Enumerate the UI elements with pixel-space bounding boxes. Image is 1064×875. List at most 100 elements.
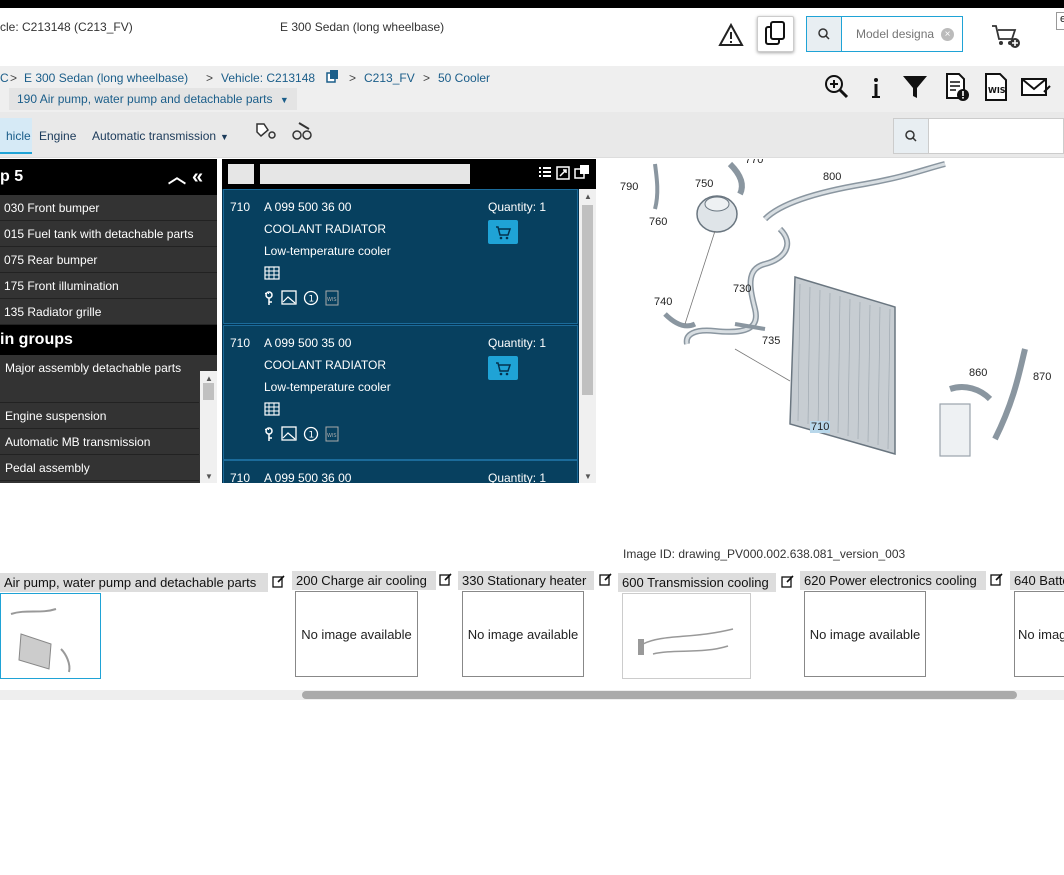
scrollbar[interactable]: ▲ ▼ <box>200 371 217 483</box>
callout-label[interactable]: 740 <box>654 296 672 308</box>
tab-engine[interactable]: Engine <box>33 118 82 154</box>
edit-icon[interactable] <box>272 575 285 588</box>
paint-icon[interactable] <box>254 120 278 142</box>
tab-vehicle[interactable]: hicle <box>0 118 32 154</box>
search-button[interactable] <box>894 119 929 153</box>
scrollbar[interactable]: ▲ ▼ <box>579 189 596 483</box>
thumbnail-label[interactable]: Air pump, water pump and detachable part… <box>0 573 268 592</box>
part-search-box[interactable] <box>893 118 1064 154</box>
list-item[interactable]: 030 Front bumper <box>0 195 217 221</box>
breadcrumb-separator: > <box>423 71 431 85</box>
parts-drawing[interactable]: 770 790 750 800 760 740 730 735 860 870 … <box>605 159 1064 483</box>
select-all-checkbox[interactable] <box>228 164 254 184</box>
breadcrumb-separator: > <box>206 71 214 85</box>
callout-label-selected[interactable]: 710 <box>810 421 831 433</box>
callout-label[interactable]: 870 <box>1033 371 1051 383</box>
list-item[interactable]: Major assembly detachable parts <box>0 355 199 403</box>
callout-label[interactable]: 760 <box>649 216 667 228</box>
part-card[interactable]: 710 A 099 500 36 00 Quantity: 1 <box>223 460 578 483</box>
callout-label[interactable]: 750 <box>695 178 713 190</box>
list-item[interactable]: Automatic MB transmission <box>0 429 199 455</box>
info-icon[interactable] <box>862 72 890 102</box>
expand-icon[interactable] <box>556 166 570 180</box>
thumbnail[interactable]: No image available <box>295 591 418 677</box>
list-item[interactable]: 135 Radiator grille <box>0 299 217 325</box>
search-button[interactable] <box>807 17 842 51</box>
edit-icon[interactable] <box>599 573 612 586</box>
part-card[interactable]: 710 A 099 500 36 00 COOLANT RADIATOR Low… <box>223 189 578 324</box>
document-alert-icon[interactable] <box>943 72 971 102</box>
edit-icon[interactable] <box>439 573 452 586</box>
group-dropdown-label: 190 Air pump, water pump and detachable … <box>17 92 273 106</box>
list-item[interactable]: 175 Front illumination <box>0 273 217 299</box>
callout-label[interactable]: 735 <box>762 335 780 347</box>
list-item[interactable]: 075 Rear bumper <box>0 247 217 273</box>
tab-label: Automatic transmission <box>92 129 217 143</box>
edit-icon[interactable] <box>990 573 1003 586</box>
thumbnail-label[interactable]: 620 Power electronics cooling <box>800 571 986 590</box>
warning-icon[interactable] <box>718 22 744 48</box>
list-item[interactable]: Pedal assembly <box>0 455 199 481</box>
table-icon[interactable]: ... <box>264 402 292 433</box>
list-icon[interactable] <box>538 166 552 180</box>
parts-filter-input[interactable] <box>260 164 470 184</box>
group-dropdown[interactable]: 190 Air pump, water pump and detachable … <box>9 88 297 110</box>
callout-label[interactable]: 730 <box>733 283 751 295</box>
breadcrumb-item[interactable]: 50 Cooler <box>438 71 490 85</box>
popout-icon[interactable] <box>574 164 590 180</box>
part-card[interactable]: 710 A 099 500 35 00 COOLANT RADIATOR Low… <box>223 325 578 460</box>
filter-icon[interactable] <box>901 72 929 102</box>
wis-document-icon[interactable]: WIS <box>982 72 1010 102</box>
add-to-cart-icon[interactable] <box>990 22 1022 50</box>
thumbnail[interactable] <box>622 593 751 679</box>
part-icons: 1 WIS <box>264 426 354 442</box>
vehicle-info: cle: C213148 (C213_FV) <box>0 20 133 34</box>
thumbnail[interactable]: No image available <box>462 591 584 677</box>
key-icon <box>265 291 273 305</box>
thumbnail[interactable]: No image available <box>804 591 926 677</box>
collapse-icon[interactable]: « <box>192 159 203 195</box>
breadcrumb-item[interactable]: Vehicle: C213148 <box>221 71 315 85</box>
copy-button[interactable] <box>757 16 794 52</box>
zoom-in-icon[interactable] <box>822 72 850 102</box>
part-quantity: Quantity: 1 <box>488 336 547 350</box>
edit-icon[interactable] <box>781 575 794 588</box>
left-panel: p 5 ︿ « 030 Front bumper 015 Fuel tank w… <box>0 159 217 483</box>
thumbnail-label[interactable]: 330 Stationary heater <box>458 571 594 590</box>
horizontal-scrollbar[interactable] <box>0 690 1064 700</box>
chevron-up-icon[interactable]: ︿ <box>168 159 186 195</box>
parts-panel: 710 A 099 500 36 00 COOLANT RADIATOR Low… <box>222 159 596 483</box>
model-search-input[interactable] <box>843 17 947 51</box>
add-to-cart-button[interactable] <box>488 356 518 380</box>
key-icon <box>265 427 273 441</box>
info-circle-icon: 1 <box>303 426 319 442</box>
thumbnail-label[interactable]: 200 Charge air cooling <box>292 571 436 590</box>
thumbnail[interactable]: No imag <box>1014 591 1064 677</box>
breadcrumb-item[interactable]: C213_FV <box>364 71 415 85</box>
list-item[interactable]: 015 Fuel tank with detachable parts <box>0 221 217 247</box>
mail-icon[interactable] <box>1020 72 1052 102</box>
copy-icon[interactable] <box>326 69 340 83</box>
breadcrumb-item[interactable]: C <box>0 71 9 85</box>
breadcrumb-item[interactable]: E 300 Sedan (long wheelbase) <box>24 71 188 85</box>
thumbnail-label[interactable]: 640 Batte <box>1010 571 1064 590</box>
tab-automatic-transmission[interactable]: Automatic transmission ▼ <box>86 118 235 154</box>
callout-label[interactable]: 770 <box>745 159 763 166</box>
breadcrumb: C > E 300 Sedan (long wheelbase) > Vehic… <box>0 66 1064 112</box>
scrollbar-thumb[interactable] <box>302 691 1017 699</box>
image-icon <box>281 426 297 441</box>
thumbnail-selected[interactable] <box>0 593 101 679</box>
table-icon[interactable]: ... <box>264 266 292 297</box>
clear-icon[interactable]: × <box>941 28 954 41</box>
thumbnail-label[interactable]: 600 Transmission cooling <box>618 573 776 592</box>
part-number: A 099 500 36 00 <box>264 200 352 214</box>
svg-text:1: 1 <box>309 295 315 305</box>
add-to-cart-button[interactable] <box>488 220 518 244</box>
callout-label[interactable]: 790 <box>620 181 638 193</box>
chevron-down-icon: ▼ <box>279 95 289 105</box>
callout-label[interactable]: 860 <box>969 367 987 379</box>
corner-box[interactable]: e <box>1056 12 1064 30</box>
parts-icon[interactable] <box>290 120 314 142</box>
callout-label[interactable]: 800 <box>823 171 841 183</box>
list-item[interactable]: Engine suspension <box>0 403 199 429</box>
